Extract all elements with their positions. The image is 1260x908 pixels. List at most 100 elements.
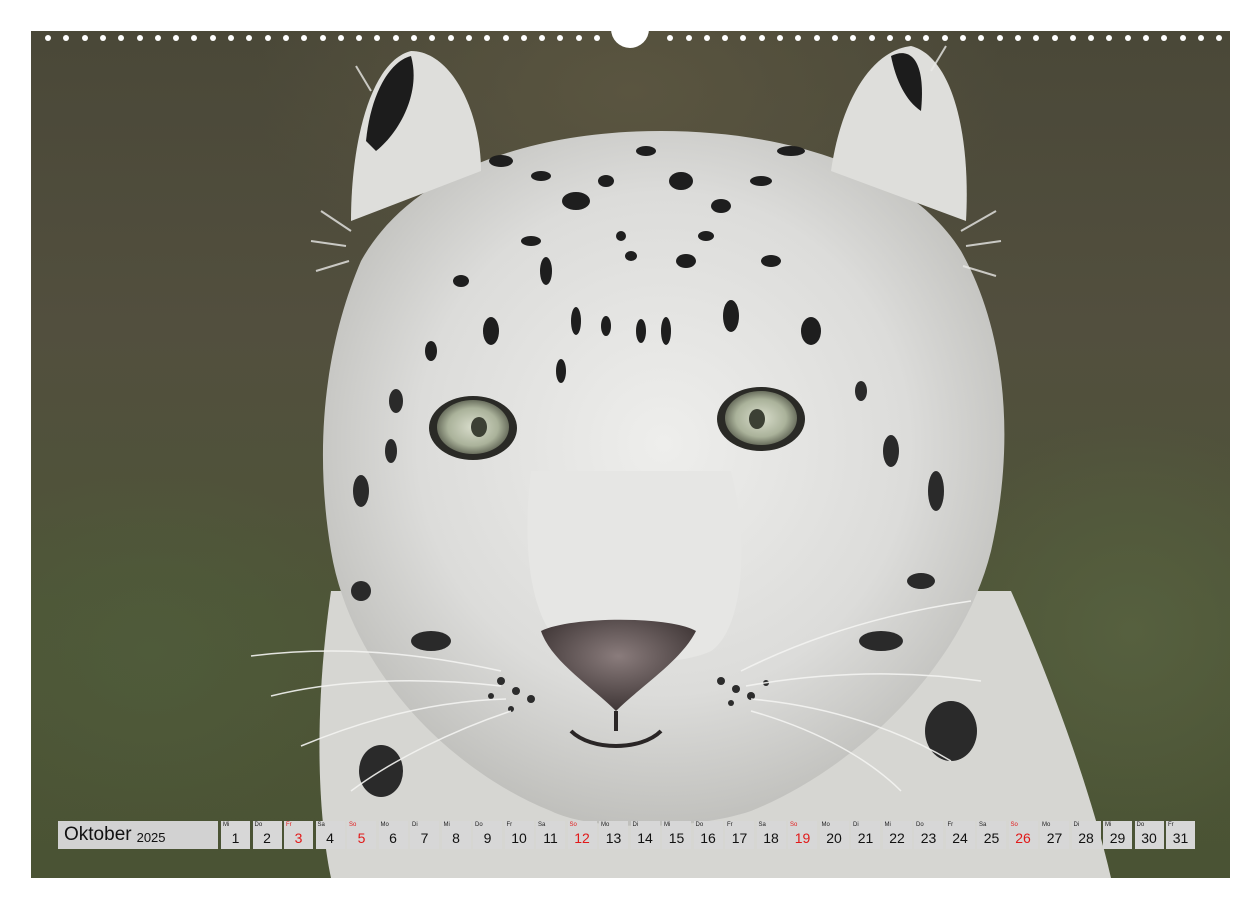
day-number: 8: [452, 830, 460, 846]
day-number: 10: [511, 830, 527, 846]
day-number: 23: [920, 830, 937, 846]
day-cell: Do 16: [693, 821, 723, 849]
day-cell: Sa 25: [977, 821, 1006, 849]
binding-hole: [63, 35, 70, 41]
weekday-label: Mo: [821, 822, 830, 828]
day-cell: Mi 8: [441, 821, 471, 849]
day-number: 19: [794, 830, 811, 846]
binding-hole: [209, 35, 216, 41]
binding-hole: [356, 35, 363, 41]
binding-hole: [411, 35, 417, 41]
weekday-label: So: [1010, 822, 1018, 828]
binding-hole: [282, 35, 289, 41]
calendar-strip: Oktober 2025 Mi 1 Do 2 Fr 3 Sa 4 So 5 Mo 6 Di 7 Mi 8 Do 9…: [58, 821, 1208, 849]
day-cell: So 26: [1008, 821, 1038, 849]
day-cell: Mi 1: [221, 821, 250, 849]
binding-hole: [136, 35, 143, 41]
binding-hole: [246, 35, 253, 41]
binding-hole: [99, 35, 106, 41]
binding-hole: [264, 35, 271, 41]
day-number: 16: [700, 830, 716, 846]
day-number: 6: [389, 830, 397, 846]
binding-hole: [228, 35, 234, 41]
binding-hole: [502, 35, 509, 41]
weekday-label: Di: [412, 822, 418, 828]
weekday-label: Di: [853, 822, 859, 828]
weekday-label: Mo: [601, 822, 610, 828]
day-cell: Fr 31: [1166, 821, 1195, 849]
day-number: 20: [826, 830, 842, 846]
binding-hole: [831, 35, 838, 41]
day-cell: Sa 11: [536, 821, 565, 849]
day-number: 2: [263, 830, 271, 846]
day-number: 4: [326, 830, 334, 846]
calendar-page: Oktober 2025 Mi 1 Do 2 Fr 3 Sa 4 So 5 Mo 6 Di 7 Mi 8 Do 9…: [0, 0, 1260, 908]
weekday-label: Di: [1073, 822, 1080, 828]
weekday-label: Sa: [317, 822, 325, 828]
binding-hole: [484, 35, 491, 41]
binding-hole: [941, 35, 948, 41]
binding-hole: [1088, 35, 1095, 41]
binding-hole: [301, 35, 308, 41]
binding-hole: [520, 35, 527, 41]
weekday-label: Mi: [1105, 822, 1112, 828]
day-cell: So 12: [567, 821, 597, 849]
day-cell: Fr 17: [725, 821, 754, 849]
day-cell: Fr 3: [284, 821, 313, 849]
weekday-label: Do: [254, 822, 263, 828]
binding-hole: [429, 35, 436, 41]
binding-hole: [1014, 35, 1021, 41]
binding-hole: [594, 35, 600, 41]
binding-hole: [191, 35, 198, 41]
binding-hole: [850, 35, 857, 41]
weekday-label: Do: [916, 822, 924, 828]
weekday-label: Mo: [1042, 822, 1051, 828]
weekday-label: Mi: [223, 822, 230, 828]
binding-hole: [960, 35, 966, 41]
day-cell: Mo 13: [599, 821, 628, 849]
binding-hole: [1106, 35, 1113, 41]
day-cell: Mi 29: [1103, 821, 1132, 849]
day-cell: Mo 6: [378, 821, 408, 849]
day-cell: So 5: [347, 821, 376, 849]
day-cell: Mo 27: [1040, 821, 1069, 849]
binding-hole: [740, 35, 747, 41]
month-label: Oktober 2025: [58, 821, 218, 849]
weekday-label: Fr: [727, 822, 733, 828]
binding-hole: [703, 35, 710, 41]
binding-hole: [173, 35, 180, 41]
binding-hole: [1179, 35, 1186, 41]
day-number: 1: [231, 830, 240, 846]
day-cell: Sa 18: [756, 821, 786, 849]
day-number: 17: [731, 830, 748, 846]
day-number: 29: [1109, 830, 1126, 846]
weekday-label: Do: [1136, 822, 1145, 828]
day-cell: Di 14: [630, 821, 660, 849]
weekday-label: Di: [632, 822, 639, 828]
binding-hole: [685, 35, 692, 41]
day-number: 25: [983, 830, 1000, 846]
binding-hole: [667, 35, 674, 41]
weekday-label: Fr: [286, 822, 292, 828]
day-number: 7: [420, 830, 429, 846]
day-number: 14: [637, 830, 653, 846]
day-cell: Di 28: [1071, 821, 1101, 849]
month-name: Oktober: [64, 824, 132, 845]
binding-hole: [886, 35, 893, 41]
binding-hole: [758, 35, 765, 41]
weekday-label: Fr: [947, 822, 954, 828]
day-number: 12: [574, 830, 590, 846]
binding-hole: [392, 35, 399, 41]
day-number: 21: [857, 830, 874, 846]
binding-hole: [1161, 35, 1168, 41]
day-cell: Fr 10: [504, 821, 534, 849]
day-number: 24: [952, 830, 968, 846]
day-cell: Mi 15: [662, 821, 691, 849]
day-number: 27: [1046, 830, 1063, 846]
weekday-label: Mi: [664, 822, 671, 828]
month-year: 2025: [136, 829, 166, 845]
binding-hole: [447, 35, 454, 41]
day-cell: Sa 4: [315, 821, 345, 849]
day-cell: Do 23: [914, 821, 943, 849]
binding-hole: [337, 35, 344, 41]
